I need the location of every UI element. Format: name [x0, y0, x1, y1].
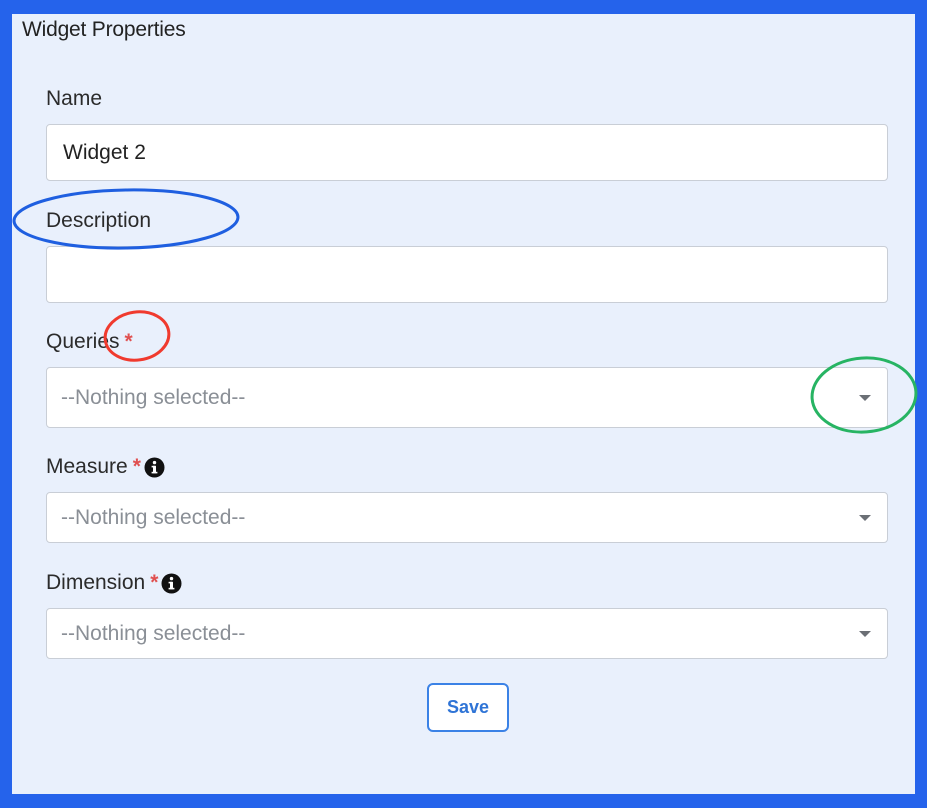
- measure-select-value: --Nothing selected--: [61, 505, 246, 529]
- measure-label: Measure *: [46, 455, 165, 479]
- description-label: Description: [46, 209, 151, 233]
- description-label-text: Description: [46, 209, 152, 232]
- description-input[interactable]: [46, 246, 888, 303]
- dimension-select[interactable]: --Nothing selected--: [46, 608, 888, 659]
- name-label: Name: [46, 87, 102, 111]
- required-asterisk: *: [124, 330, 133, 353]
- panel-title: Widget Properties: [22, 18, 186, 41]
- chevron-down-icon[interactable]: [859, 630, 871, 637]
- queries-label-text: Queries: [46, 330, 120, 353]
- measure-label-text: Measure: [46, 455, 128, 478]
- chevron-down-icon[interactable]: [859, 394, 871, 401]
- chevron-down-icon[interactable]: [859, 514, 871, 521]
- dimension-select-value: --Nothing selected--: [61, 621, 246, 645]
- queries-select[interactable]: --Nothing selected--: [46, 367, 888, 428]
- measure-select[interactable]: --Nothing selected--: [46, 492, 888, 543]
- save-button[interactable]: Save: [427, 683, 509, 732]
- queries-label: Queries *: [46, 330, 133, 354]
- info-icon[interactable]: [161, 573, 182, 594]
- required-asterisk: *: [150, 571, 159, 594]
- name-label-text: Name: [46, 87, 103, 110]
- dimension-label-text: Dimension: [46, 571, 146, 594]
- info-icon[interactable]: [144, 457, 165, 478]
- queries-select-value: --Nothing selected--: [61, 385, 246, 409]
- name-input[interactable]: [46, 124, 888, 181]
- dimension-label: Dimension *: [46, 571, 182, 595]
- required-asterisk: *: [132, 455, 141, 478]
